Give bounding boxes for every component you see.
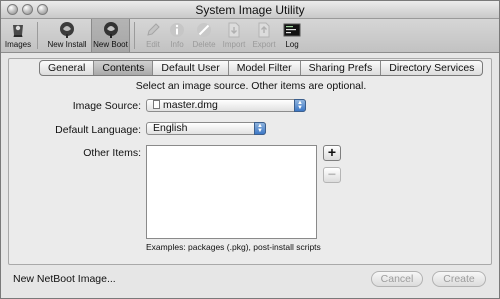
examples-text: Examples: packages (.pkg), post-install … (146, 242, 321, 252)
tab-default-user[interactable]: Default User (153, 61, 229, 75)
cancel-button[interactable]: Cancel (371, 271, 423, 287)
delete-icon (197, 23, 211, 37)
toolbar-edit-button[interactable]: Edit (141, 19, 165, 52)
tab-contents[interactable]: Contents (94, 61, 154, 75)
toolbar-delete-button[interactable]: Delete (189, 19, 219, 52)
toolbar-new-install-button[interactable]: New Install (43, 19, 91, 52)
popup-arrows-icon: ▲ ▼ (254, 122, 266, 135)
toolbar-export-button[interactable]: Export (249, 19, 279, 52)
log-icon (283, 23, 301, 37)
default-language-popup[interactable]: English ▲ ▼ (146, 122, 266, 135)
other-items-label: Other Items: (83, 147, 141, 159)
disk-image-icon (153, 100, 160, 109)
create-button[interactable]: Create (432, 271, 486, 287)
new-install-icon (60, 22, 74, 38)
pencil-icon (147, 23, 160, 36)
new-boot-icon (103, 22, 118, 38)
popup-arrows-icon: ▲ ▼ (294, 99, 306, 112)
tab-directory-services[interactable]: Directory Services (381, 61, 482, 75)
info-icon (170, 23, 184, 37)
image-source-label: Image Source: (72, 100, 141, 112)
import-icon (228, 22, 240, 38)
default-language-label: Default Language: (55, 124, 141, 136)
tab-general[interactable]: General (40, 61, 95, 75)
images-icon (13, 25, 23, 37)
new-netboot-image-label: New NetBoot Image... (13, 273, 116, 285)
toolbar-divider (37, 22, 38, 49)
instruction-text: Select an image source. Other items are … (135, 80, 367, 92)
toolbar-import-button[interactable]: Import (219, 19, 249, 52)
image-source-popup[interactable]: master.dmg ▲ ▼ (146, 99, 306, 112)
image-source-value: master.dmg (163, 99, 218, 111)
toolbar-new-boot-button[interactable]: New Boot (91, 19, 130, 52)
remove-item-button[interactable]: − (323, 167, 341, 183)
other-items-list[interactable] (146, 145, 317, 239)
window-title: System Image Utility (195, 3, 305, 17)
toolbar: Images New Install New Boot Edit Info De… (1, 19, 499, 53)
default-language-value: English (153, 122, 188, 134)
toolbar-info-button[interactable]: Info (165, 19, 189, 52)
system-image-utility-window: System Image Utility Images New Install (0, 0, 500, 299)
tab-sharing-prefs[interactable]: Sharing Prefs (301, 61, 382, 75)
toolbar-images-button[interactable]: Images (3, 19, 33, 52)
tab-bar: General Contents Default User Model Filt… (39, 60, 484, 76)
add-item-button[interactable]: + (323, 145, 341, 161)
toolbar-log-button[interactable]: Log (279, 19, 305, 52)
toolbar-divider (134, 22, 135, 49)
export-icon (258, 22, 270, 38)
title-bar: System Image Utility (1, 1, 499, 19)
tab-model-filter[interactable]: Model Filter (229, 61, 301, 75)
